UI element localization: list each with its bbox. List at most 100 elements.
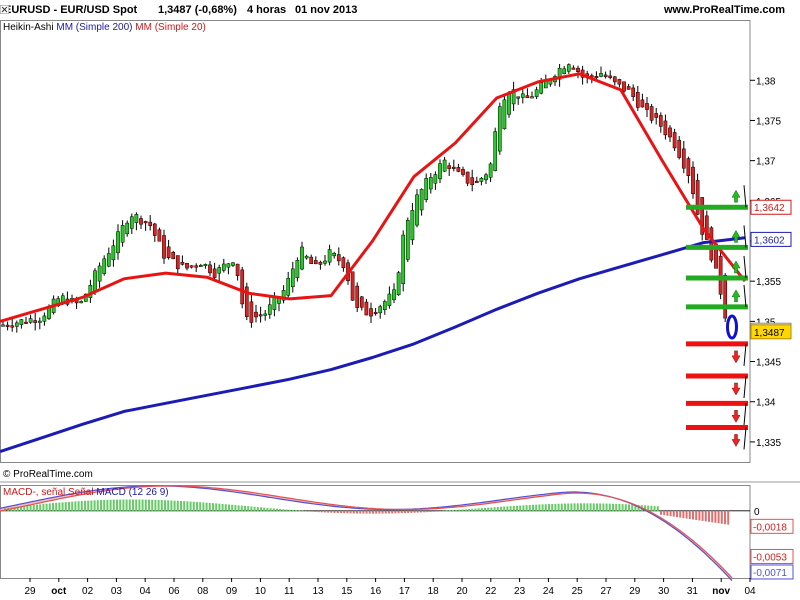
macd-bar — [583, 503, 586, 512]
bullish-candle — [562, 68, 567, 74]
macd-bar — [141, 499, 144, 512]
bullish-candle — [442, 159, 447, 172]
macd-bar — [160, 500, 163, 512]
level-tick — [743, 255, 747, 279]
macd-bar — [589, 503, 592, 512]
bullish-candle — [378, 306, 383, 314]
bearish-candle — [171, 252, 176, 260]
bullish-candle — [111, 245, 116, 261]
price-tag-label: 1,3642 — [754, 203, 785, 214]
macd-bar — [580, 503, 582, 512]
macd-bar — [381, 510, 384, 514]
x-tick-label: 04 — [744, 586, 756, 597]
macd-bar — [576, 503, 579, 512]
macd-y-label: 0 — [754, 507, 760, 518]
macd-bar — [535, 504, 538, 512]
level-tick — [743, 185, 747, 208]
x-tick-label: 24 — [543, 586, 555, 597]
bearish-candle — [208, 264, 212, 274]
macd-bar — [365, 510, 368, 514]
bearish-candle — [456, 167, 461, 172]
bearish-candle — [686, 158, 691, 176]
bullish-candle — [125, 222, 130, 235]
macd-bar — [122, 499, 125, 512]
macd-bar — [205, 502, 208, 512]
bearish-candle — [516, 96, 521, 99]
macd-bar — [109, 499, 112, 512]
macd-bar — [151, 499, 154, 512]
macd-y-label: -0,0053 — [753, 552, 787, 563]
x-tick-label: 29 — [629, 586, 641, 597]
macd-bar — [279, 508, 282, 512]
macd-bar — [138, 499, 141, 512]
macd-bar — [282, 509, 285, 512]
macd-bar — [404, 510, 406, 514]
macd-bar — [362, 510, 365, 514]
macd-bar — [519, 505, 522, 512]
bearish-candle — [571, 67, 576, 70]
macd-bar — [96, 500, 99, 512]
macd-bar — [663, 510, 666, 516]
bullish-candle — [42, 315, 47, 322]
macd-bar — [653, 506, 656, 512]
bullish-candle — [479, 177, 484, 182]
macd-bar — [234, 505, 237, 512]
macd-bar — [199, 502, 202, 512]
macd-bar — [320, 510, 323, 513]
bearish-candle — [617, 79, 622, 85]
x-tick-label: 29 — [24, 586, 36, 597]
bearish-candle — [603, 74, 608, 78]
arrow-down-icon — [731, 382, 741, 396]
macd-bar — [346, 510, 349, 514]
macd-bar — [61, 502, 64, 512]
bullish-candle — [300, 246, 304, 270]
macd-bar — [407, 510, 410, 513]
macd-bar — [672, 510, 675, 517]
bearish-candle — [180, 261, 185, 265]
macd-bar — [285, 509, 288, 512]
arrow-up-icon — [731, 289, 741, 303]
x-tick-label: 17 — [399, 586, 411, 597]
macd-bar — [119, 499, 122, 512]
macd-bar — [605, 503, 608, 512]
macd-bar — [39, 504, 42, 512]
x-tick-label: 13 — [312, 586, 324, 597]
bearish-candle — [157, 229, 162, 242]
macd-bar — [532, 504, 534, 512]
ellipse-marker-icon — [726, 314, 738, 340]
x-tick-label: oct — [51, 586, 67, 597]
signal-line — [0, 485, 733, 579]
ma20-line — [0, 72, 747, 323]
macd-bar — [522, 505, 525, 512]
macd-bar — [36, 504, 38, 512]
macd-bar — [388, 510, 390, 514]
macd-bar — [442, 510, 445, 512]
macd-bar — [253, 506, 256, 512]
macd-bar — [359, 510, 362, 514]
macd-bar — [311, 510, 314, 512]
macd-bar — [202, 502, 205, 512]
bearish-candle — [309, 256, 314, 265]
macd-bar — [573, 503, 576, 512]
bullish-candle — [493, 131, 498, 171]
bearish-candle — [654, 113, 659, 118]
bearish-candle — [249, 301, 254, 323]
bearish-candle — [608, 75, 613, 78]
bearish-candle — [24, 321, 28, 324]
level-tick — [743, 403, 747, 426]
bullish-candle — [438, 163, 442, 180]
macd-bar — [416, 510, 419, 513]
macd-bar — [650, 505, 653, 512]
bearish-candle — [10, 325, 15, 328]
bearish-candle — [373, 312, 378, 315]
macd-bar — [324, 510, 326, 513]
bullish-candle — [323, 260, 327, 264]
macd-bar — [189, 501, 192, 512]
macd-bar — [64, 502, 67, 512]
bullish-candle — [392, 289, 396, 301]
macd-bar — [621, 504, 624, 512]
macd-bar — [679, 510, 682, 518]
x-tick-label: 11 — [284, 586, 295, 597]
macd-legend-params: MACD (12 26 9) — [96, 487, 169, 498]
x-tick-label: 25 — [572, 586, 584, 597]
